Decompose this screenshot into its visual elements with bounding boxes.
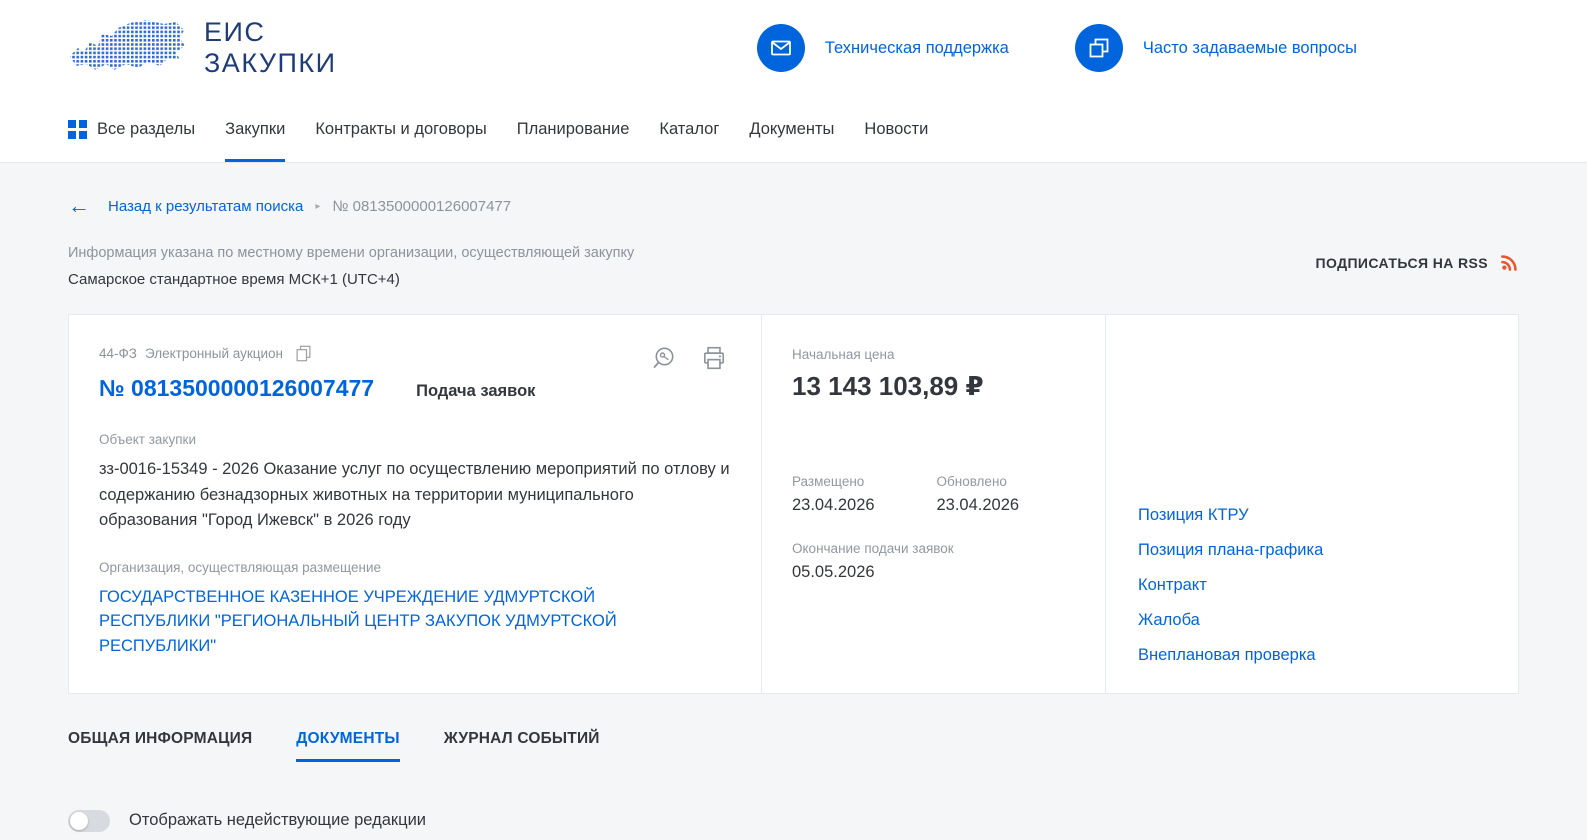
- page-content: ← Назад к результатам поиска ▸ № 0813500…: [0, 163, 1587, 840]
- nav-item-zakupki[interactable]: Закупки: [225, 96, 286, 162]
- tab-event-log[interactable]: ЖУРНАЛ СОБЫТИЙ: [444, 730, 600, 762]
- nav-all-sections[interactable]: Все разделы: [68, 96, 195, 162]
- breadcrumb-separator-icon: ▸: [315, 200, 321, 212]
- price-label: Начальная цена: [792, 347, 895, 362]
- deadline-date: 05.05.2026: [792, 563, 875, 581]
- purchase-card: 44-ФЗ Электронный аукцион № 081350000012…: [68, 314, 1519, 694]
- nav-item-catalog[interactable]: Каталог: [659, 96, 719, 162]
- updated-label: Обновлено: [936, 474, 1007, 489]
- tech-support-label: Техническая поддержка: [824, 38, 1009, 57]
- link-ktru-position[interactable]: Позиция КТРУ: [1138, 505, 1488, 525]
- object-label: Объект закупки: [99, 432, 196, 447]
- inactive-versions-toggle-label: Отображать недействующие редакции: [129, 811, 427, 830]
- placed-label: Размещено: [792, 474, 865, 489]
- faq-windows-icon: [1074, 24, 1123, 72]
- timezone-info: Информация указана по местному времени о…: [68, 245, 634, 288]
- rss-subscribe-link[interactable]: ПОДПИСАТЬСЯ НА RSS: [1316, 253, 1519, 272]
- tech-support-link[interactable]: Техническая поддержка: [756, 24, 1009, 72]
- timezone-value: Самарское стандартное время МСК+1 (UTC+4…: [68, 271, 400, 288]
- main-nav: Все разделы Закупки Контракты и договоры…: [0, 96, 1587, 163]
- envelope-icon: [756, 24, 805, 72]
- purchase-number-link[interactable]: № 0813500000126007477: [99, 375, 374, 402]
- copy-icon[interactable]: [295, 345, 312, 362]
- signature-search-icon[interactable]: [651, 345, 677, 371]
- status-label: Подача заявок: [416, 382, 536, 400]
- tab-documents[interactable]: ДОКУМЕНТЫ: [296, 730, 400, 762]
- back-arrow-icon[interactable]: ←: [68, 195, 90, 217]
- breadcrumb: ← Назад к результатам поиска ▸ № 0813500…: [68, 163, 1519, 217]
- detail-tabs: ОБЩАЯ ИНФОРМАЦИЯ ДОКУМЕНТЫ ЖУРНАЛ СОБЫТИ…: [68, 730, 1519, 762]
- toggle-knob: [70, 811, 88, 830]
- nav-item-news[interactable]: Новости: [864, 96, 928, 162]
- nav-all-sections-label: Все разделы: [97, 119, 196, 138]
- updated-date: 23.04.2026: [936, 496, 1020, 514]
- tab-general-info[interactable]: ОБЩАЯ ИНФОРМАЦИЯ: [68, 730, 252, 762]
- logo-line-1: ЕИС: [204, 16, 266, 47]
- organization-label: Организация, осуществляющая размещение: [99, 559, 381, 575]
- nav-item-planning[interactable]: Планирование: [517, 96, 630, 162]
- card-main-column: 44-ФЗ Электронный аукцион № 081350000012…: [69, 315, 761, 693]
- card-links-column: Позиция КТРУ Позиция плана-графика Контр…: [1105, 315, 1518, 693]
- back-to-results-link[interactable]: Назад к результатам поиска: [108, 198, 303, 215]
- organization-link[interactable]: ГОСУДАРСТВЕННОЕ КАЗЕННОЕ УЧРЕЖДЕНИЕ УДМУ…: [99, 585, 699, 659]
- topbar-links: Техническая поддержка Часто задаваемые в…: [756, 24, 1357, 72]
- logo-line-2: ЗАКУПКИ: [204, 48, 337, 78]
- breadcrumb-current: № 0813500000126007477: [332, 197, 512, 215]
- card-price-column: Начальная цена 13 143 103,89 ₽ Размещено…: [761, 315, 1105, 693]
- nav-item-contracts[interactable]: Контракты и договоры: [315, 96, 486, 162]
- print-icon[interactable]: [701, 345, 727, 371]
- logo[interactable]: ЕИС ЗАКУПКИ: [68, 17, 337, 79]
- timezone-note: Информация указана по местному времени о…: [68, 245, 635, 261]
- link-plan-schedule-position[interactable]: Позиция плана-графика: [1138, 540, 1488, 560]
- nav-item-documents[interactable]: Документы: [749, 96, 834, 162]
- link-unscheduled-inspection[interactable]: Внеплановая проверка: [1138, 645, 1488, 665]
- rss-icon: [1501, 255, 1517, 271]
- russia-map-icon: [70, 20, 185, 70]
- faq-label: Часто задаваемые вопросы: [1142, 38, 1357, 57]
- inactive-versions-toggle[interactable]: [68, 809, 110, 832]
- price-value: 13 143 103,89 ₽: [792, 371, 984, 401]
- placed-date: 23.04.2026: [792, 496, 875, 514]
- logo-text: ЕИС ЗАКУПКИ: [204, 17, 337, 79]
- deadline-label: Окончание подачи заявок: [792, 541, 954, 556]
- sections-grid-icon: [68, 119, 87, 139]
- link-contract[interactable]: Контракт: [1138, 575, 1488, 595]
- link-complaint[interactable]: Жалоба: [1138, 610, 1488, 630]
- rss-subscribe-label: ПОДПИСАТЬСЯ НА RSS: [1315, 254, 1488, 271]
- procedure-type: Электронный аукцион: [144, 346, 283, 361]
- faq-link[interactable]: Часто задаваемые вопросы: [1074, 24, 1357, 72]
- law-type: 44-ФЗ: [99, 346, 137, 361]
- header: ЕИС ЗАКУПКИ Техническая поддержка Часто …: [0, 0, 1587, 96]
- object-text: зз-0016-15349 - 2026 Оказание услуг по о…: [99, 460, 730, 530]
